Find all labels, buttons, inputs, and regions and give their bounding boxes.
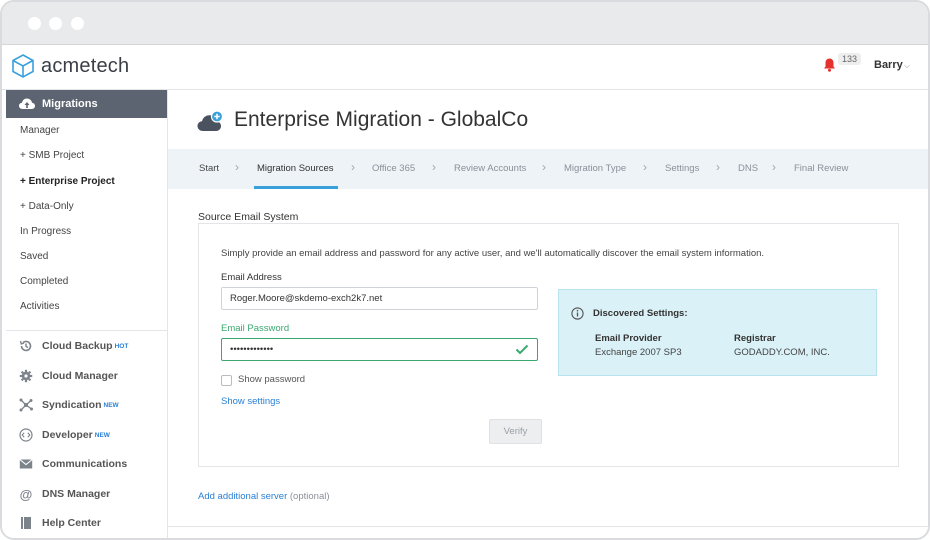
chevron-right-icon: › <box>432 160 436 174</box>
sidebar-item-label: Communications <box>42 458 128 470</box>
window-titlebar <box>2 2 928 45</box>
window-dot-close[interactable] <box>28 17 41 30</box>
email-provider-label: Email Provider <box>595 333 662 344</box>
verify-button[interactable]: Verify <box>489 419 542 444</box>
active-step-indicator <box>254 186 338 189</box>
new-tag: NEW <box>94 431 110 439</box>
new-tag: NEW <box>103 401 119 409</box>
top-navbar: acmetech 133 Barry ⌵ <box>2 45 928 90</box>
chevron-right-icon: › <box>716 160 720 174</box>
source-email-card: Simply provide an email address and pass… <box>198 223 899 467</box>
step-review-accounts[interactable]: Review Accounts <box>454 163 526 174</box>
brand-logo[interactable]: acmetech <box>10 53 129 79</box>
chevron-right-icon: › <box>351 160 355 174</box>
sidebar-subitem-activities[interactable]: Activities <box>20 301 59 312</box>
chevron-right-icon: › <box>643 160 647 174</box>
window-dot-minimize[interactable] <box>49 17 62 30</box>
chevron-right-icon: › <box>772 160 776 174</box>
email-password-label: Email Password <box>221 323 290 334</box>
section-title: Source Email System <box>198 211 299 223</box>
user-menu[interactable]: Barry <box>874 59 903 71</box>
show-password-checkbox[interactable] <box>221 375 232 386</box>
sidebar-item-cloud-manager[interactable]: Cloud Manager <box>18 368 118 384</box>
sidebar-item-label: Help Center <box>42 517 101 529</box>
sidebar-divider <box>6 330 167 331</box>
sidebar-item-developer[interactable]: Developer NEW <box>18 427 110 443</box>
sidebar-subitem-enterprise-project[interactable]: + Enterprise Project <box>20 176 115 187</box>
show-password-label[interactable]: Show password <box>238 374 305 385</box>
sidebar-item-cloud-backup[interactable]: Cloud Backup HOT <box>18 338 128 354</box>
content-divider <box>168 526 928 527</box>
network-icon <box>18 397 34 413</box>
chevron-down-icon[interactable]: ⌵ <box>904 61 910 71</box>
book-icon <box>18 515 34 531</box>
sidebar-subitem-saved[interactable]: Saved <box>20 251 48 262</box>
sidebar-subitem-manager[interactable]: Manager <box>20 125 59 136</box>
sidebar-subitem-smb-project[interactable]: + SMB Project <box>20 150 84 161</box>
sidebar-item-label: DNS Manager <box>42 488 111 500</box>
registrar-value: GODADDY.COM, INC. <box>734 347 830 358</box>
sidebar-item-communications[interactable]: Communications <box>18 456 127 472</box>
app-window: acmetech 133 Barry ⌵ Migrations Manager … <box>0 0 930 540</box>
bell-icon[interactable] <box>822 57 837 73</box>
cloud-upload-icon <box>19 98 35 109</box>
chevron-right-icon: › <box>542 160 546 174</box>
intro-text: Simply provide an email address and pass… <box>221 248 765 259</box>
email-provider-value: Exchange 2007 SP3 <box>595 347 682 358</box>
main-content: Enterprise Migration - GlobalCo Start › … <box>168 90 928 538</box>
sidebar-item-label: Syndication <box>42 399 102 411</box>
info-icon <box>571 307 584 320</box>
step-start[interactable]: Start <box>199 163 219 174</box>
sidebar-item-dns-manager[interactable]: @ DNS Manager <box>18 486 111 502</box>
add-server-text[interactable]: Add additional server <box>198 491 287 502</box>
envelope-icon <box>18 456 34 472</box>
at-icon: @ <box>19 486 33 502</box>
discovered-settings-panel: Discovered Settings: Email Provider Exch… <box>558 289 877 376</box>
sidebar-item-label: Cloud Manager <box>42 370 118 382</box>
chevron-right-icon: › <box>235 160 239 174</box>
email-address-label: Email Address <box>221 272 282 283</box>
wizard-steps: Start › Migration Sources › Office 365 ›… <box>168 149 928 189</box>
step-dns[interactable]: DNS <box>738 163 758 174</box>
sidebar: Migrations Manager + SMB Project + Enter… <box>2 90 168 538</box>
code-icon <box>18 427 34 443</box>
step-migration-type[interactable]: Migration Type <box>564 163 626 174</box>
gear-icon <box>18 368 34 384</box>
email-password-input[interactable] <box>221 338 538 361</box>
page-title: Enterprise Migration - GlobalCo <box>234 108 529 131</box>
sidebar-header-label: Migrations <box>42 98 98 110</box>
sidebar-subitem-completed[interactable]: Completed <box>20 276 68 287</box>
cloud-add-icon <box>197 110 224 131</box>
sidebar-item-migrations[interactable]: Migrations <box>6 90 167 118</box>
sidebar-subitem-data-only[interactable]: + Data-Only <box>20 201 74 212</box>
sidebar-item-label: Cloud Backup <box>42 340 113 352</box>
cube-logo-icon <box>12 54 34 78</box>
add-additional-server-link[interactable]: Add additional server (optional) <box>198 491 330 502</box>
window-dot-maximize[interactable] <box>71 17 84 30</box>
step-office-365[interactable]: Office 365 <box>372 163 415 174</box>
sidebar-item-label: Developer <box>42 429 93 441</box>
step-final-review[interactable]: Final Review <box>794 163 848 174</box>
sidebar-item-syndication[interactable]: Syndication NEW <box>18 397 119 413</box>
hot-tag: HOT <box>114 342 129 350</box>
step-migration-sources[interactable]: Migration Sources <box>257 163 334 174</box>
sidebar-subitem-in-progress[interactable]: In Progress <box>20 226 71 237</box>
discovered-settings-title: Discovered Settings: <box>593 308 688 319</box>
history-icon <box>18 338 34 354</box>
registrar-label: Registrar <box>734 333 776 344</box>
notification-count-badge: 133 <box>838 53 862 65</box>
brand-name: acmetech <box>41 54 130 77</box>
checkmark-icon <box>515 344 529 355</box>
sidebar-item-help-center[interactable]: Help Center <box>18 515 101 531</box>
show-settings-link[interactable]: Show settings <box>221 396 280 407</box>
email-address-input[interactable] <box>221 287 538 310</box>
optional-hint: (optional) <box>289 491 330 502</box>
step-settings[interactable]: Settings <box>665 163 699 174</box>
